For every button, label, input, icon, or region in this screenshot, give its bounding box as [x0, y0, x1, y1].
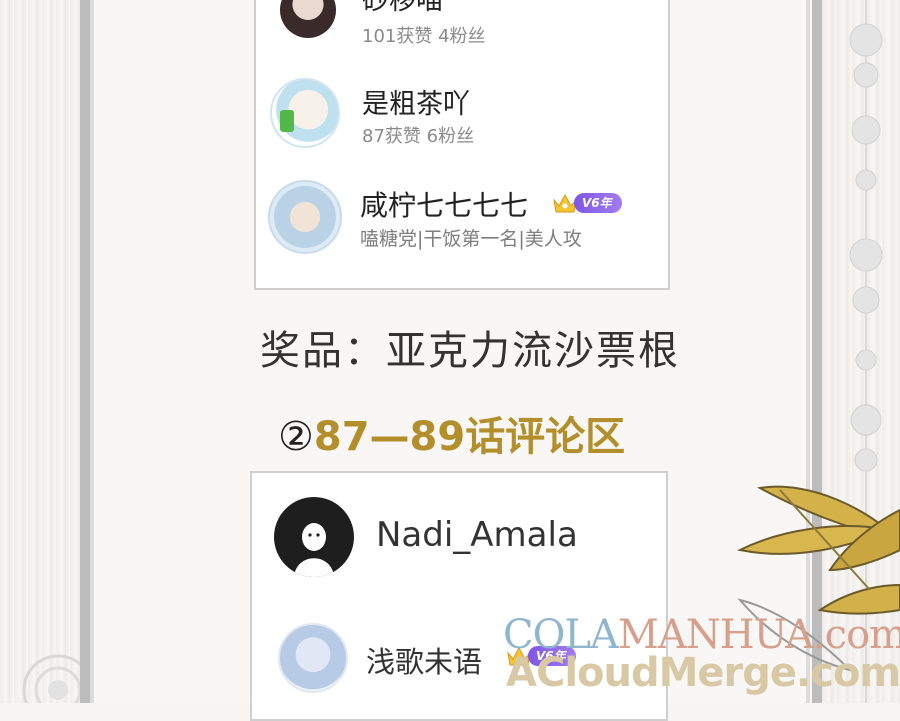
user-name[interactable]: 咸柠七七七七 [360, 184, 528, 224]
user-avatar[interactable] [274, 497, 354, 577]
user-avatar[interactable] [268, 180, 342, 254]
cup-icon [280, 110, 294, 132]
watermark-url: ACloudMerge.com [506, 650, 900, 696]
user-stats: 87获赞 6粉丝 [362, 126, 475, 147]
left-decorative-panel [0, 0, 94, 721]
vip-level-label: V6年 [574, 193, 622, 213]
section-heading: ②87—89话评论区 [278, 404, 625, 462]
left-frame-border [80, 0, 90, 703]
user-avatar[interactable] [278, 623, 348, 693]
section-title: 87—89话评论区 [313, 414, 626, 460]
user-avatar[interactable] [280, 0, 336, 38]
user-name[interactable]: 浅歌未语 [366, 639, 482, 681]
section-number: ② [278, 414, 314, 460]
user-stats: 101获赞 4粉丝 [362, 26, 486, 47]
user-name[interactable]: 是粗茶吖 [362, 82, 470, 121]
user-tags: 嗑糖党|干饭第一名|美人攻 [360, 228, 582, 250]
vip-badge: V6年 [552, 192, 622, 214]
left-pattern-decoration [22, 654, 94, 721]
top-user-list-card: 砂移喵 101获赞 4粉丝 是粗茶吖 87获赞 6粉丝 咸柠七七七七 V6年 嗑… [254, 0, 670, 290]
user-name[interactable]: Nadi_Amala [376, 515, 578, 555]
prize-text: 奖品：亚克力流沙票根 [260, 328, 680, 374]
user-avatar[interactable] [270, 78, 340, 148]
user-name[interactable]: 砂移喵 [362, 0, 443, 17]
ghost-avatar-icon [294, 523, 334, 577]
